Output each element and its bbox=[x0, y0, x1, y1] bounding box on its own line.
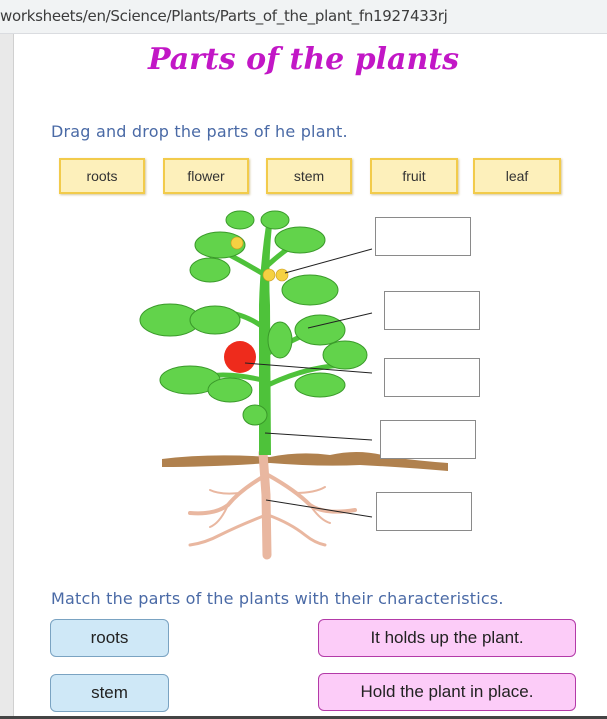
drag-drop-instruction: Drag and drop the parts of he plant. bbox=[51, 122, 348, 141]
drop-zone-2[interactable] bbox=[384, 291, 480, 330]
tomato-fruit bbox=[224, 341, 256, 373]
page-left-gutter bbox=[0, 34, 14, 719]
word-chip-flower[interactable]: flower bbox=[163, 158, 249, 194]
word-chip-fruit[interactable]: fruit bbox=[370, 158, 458, 194]
match-characteristic-holds-up[interactable]: It holds up the plant. bbox=[318, 619, 576, 657]
word-chip-roots[interactable]: roots bbox=[59, 158, 145, 194]
roots bbox=[188, 448, 357, 560]
match-item-roots[interactable]: roots bbox=[50, 619, 169, 657]
drop-zone-4[interactable] bbox=[380, 420, 476, 459]
address-bar[interactable]: worksheets/en/Science/Plants/Parts_of_th… bbox=[0, 0, 607, 34]
match-instruction: Match the parts of the plants with their… bbox=[51, 589, 504, 608]
worksheet-title: Parts of the plants bbox=[147, 42, 460, 77]
match-item-stem[interactable]: stem bbox=[50, 674, 169, 712]
word-chip-stem[interactable]: stem bbox=[266, 158, 352, 194]
word-chip-leaf[interactable]: leaf bbox=[473, 158, 561, 194]
drop-zone-1[interactable] bbox=[375, 217, 471, 256]
drop-zone-3[interactable] bbox=[384, 358, 480, 397]
url-text[interactable]: worksheets/en/Science/Plants/Parts_of_th… bbox=[0, 7, 448, 25]
drop-zone-5[interactable] bbox=[376, 492, 472, 531]
leaves bbox=[139, 210, 368, 426]
match-characteristic-hold-in-place[interactable]: Hold the plant in place. bbox=[318, 673, 576, 711]
